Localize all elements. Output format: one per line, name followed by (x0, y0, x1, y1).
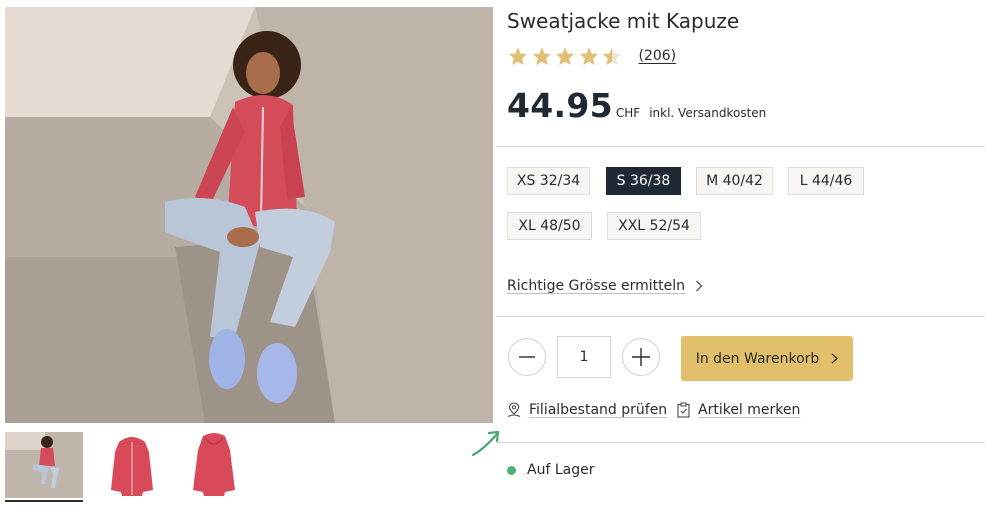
chevron-right-icon (696, 280, 703, 292)
wishlist-label: Artikel merken (698, 402, 801, 418)
wishlist-link[interactable]: Artikel merken (677, 402, 800, 418)
star-half-icon (602, 46, 622, 65)
thumbnail-back[interactable] (175, 432, 253, 500)
review-count-link[interactable]: (206) (639, 48, 677, 64)
star-icon (555, 46, 575, 65)
thumbnail-model[interactable] (5, 432, 83, 502)
price: 44.95 (507, 86, 613, 125)
divider (497, 316, 985, 317)
store-pin-icon (507, 402, 521, 417)
quantity-increase-button[interactable] (622, 338, 660, 376)
availability-label: Auf Lager (527, 462, 595, 478)
size-guide-link[interactable]: Richtige Grösse ermitteln (507, 278, 703, 294)
quantity-input[interactable] (557, 336, 611, 378)
rating: (206) (507, 45, 676, 67)
quantity-decrease-button[interactable] (508, 338, 546, 376)
chevron-right-icon (831, 353, 839, 364)
star-icon (579, 46, 598, 65)
product-main-image[interactable] (5, 7, 493, 423)
divider (497, 442, 985, 443)
size-option-l[interactable]: L 44/46 (788, 167, 864, 195)
plus-icon (632, 348, 650, 366)
clipboard-check-icon (677, 402, 690, 418)
star-icon (508, 46, 528, 65)
thumbnail-front[interactable] (93, 432, 171, 500)
size-option-xl[interactable]: XL 48/50 (507, 212, 592, 240)
add-to-cart-label: In den Warenkorb (695, 350, 820, 367)
size-guide-label: Richtige Grösse ermitteln (507, 278, 686, 294)
availability-status: Auf Lager (507, 462, 594, 478)
size-option-xxl[interactable]: XXL 52/54 (607, 212, 701, 240)
size-option-s[interactable]: S 36/38 (606, 167, 681, 195)
price-row: 44.95 CHF inkl. Versandkosten (507, 86, 766, 125)
minus-icon (519, 356, 535, 358)
status-dot-icon (507, 465, 516, 475)
shipping-note: inkl. Versandkosten (649, 106, 767, 120)
currency: CHF (615, 106, 641, 120)
product-title: Sweatjacke mit Kapuze (507, 9, 740, 33)
size-option-m[interactable]: M 40/42 (696, 167, 773, 195)
store-stock-link[interactable]: Filialbestand prüfen (507, 402, 667, 418)
pointer-arrow-icon (471, 430, 500, 457)
divider (497, 146, 985, 147)
size-option-xs[interactable]: XS 32/34 (507, 167, 590, 195)
star-icon (532, 46, 551, 65)
store-stock-label: Filialbestand prüfen (529, 402, 668, 418)
add-to-cart-button[interactable]: In den Warenkorb (681, 336, 853, 381)
